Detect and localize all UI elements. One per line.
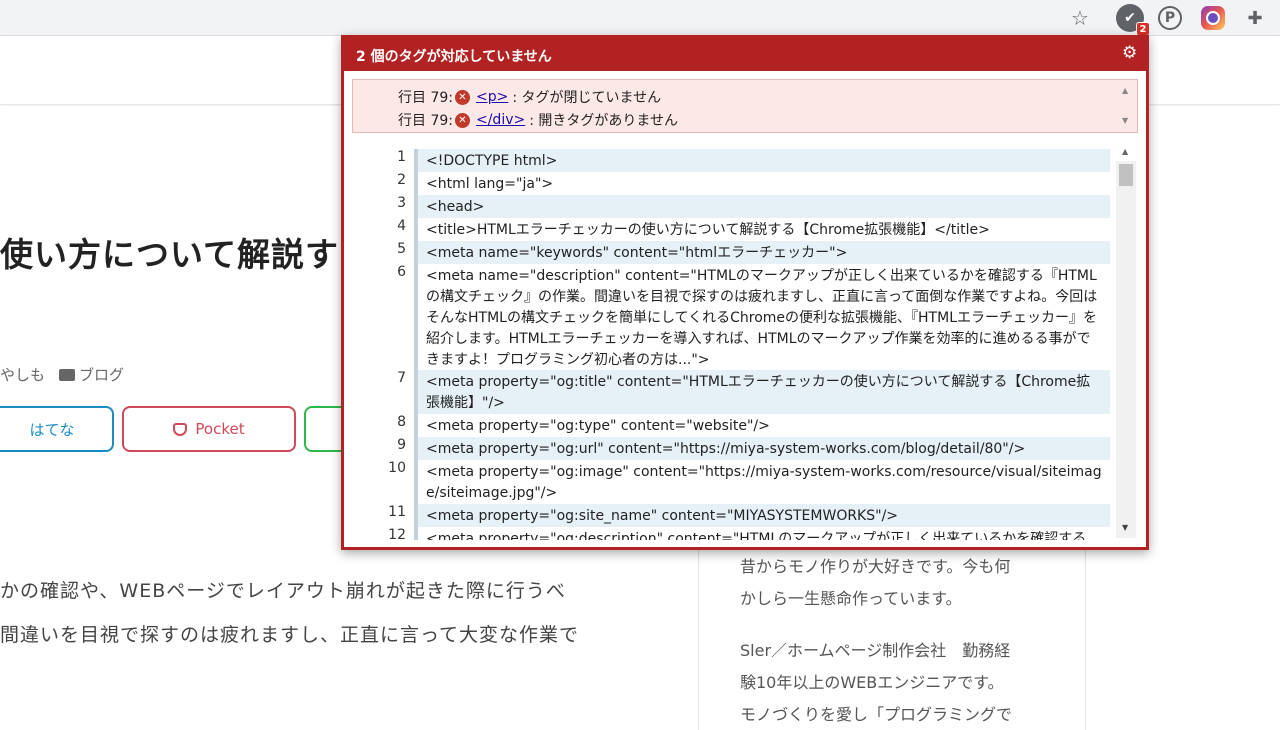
line-number: 10 xyxy=(388,460,406,476)
scroll-down-icon[interactable]: ▼ xyxy=(1122,116,1128,125)
folder-icon xyxy=(59,369,76,381)
gear-icon[interactable]: ⚙ xyxy=(1122,43,1137,63)
error-list-scrollbar[interactable]: ▲ ▼ xyxy=(1117,80,1137,132)
html-checker-icon[interactable]: ✔ 2 xyxy=(1116,4,1150,36)
code-text: <title>HTMLエラーチェッカーの使い方について解説する【Chrome拡張… xyxy=(414,218,1110,243)
scroll-up-icon[interactable]: ▲ xyxy=(1122,147,1128,156)
profile-text-line: モノづくりを愛し「プログラミングで xyxy=(740,705,1013,724)
error-message: : 開きタグがありません xyxy=(529,113,678,129)
error-tag-link[interactable]: <p> xyxy=(476,89,508,105)
line-number: 3 xyxy=(397,195,406,211)
pocket-icon xyxy=(173,422,188,436)
error-icon: ✕ xyxy=(454,112,470,128)
line-number: 9 xyxy=(397,437,406,453)
line-number: 2 xyxy=(397,172,406,188)
profile-text-line: Sler／ホームページ制作会社 勤務経 xyxy=(740,641,1011,660)
code-text: <meta property="og:site_name" content="M… xyxy=(414,504,1110,529)
code-text: <html lang="ja"> xyxy=(414,172,1110,197)
error-line-number: 行目 79: xyxy=(398,113,453,129)
popup-header: 2 個のタグが対応していません ⚙ xyxy=(344,38,1146,71)
code-text: <head> xyxy=(414,195,1110,220)
error-item: 行目 79: ✕ </div> : 開きタグがありません xyxy=(398,110,678,130)
code-text: <!DOCTYPE html> xyxy=(414,149,1110,174)
error-item: 行目 79: ✕ <p> : タグが閉じていません xyxy=(398,87,661,107)
article-text-line: 間違いを目視で探すのは疲れますし、正直に言って大変な作業で xyxy=(0,624,580,646)
line-number: 5 xyxy=(397,241,406,257)
profile-text-line: かしら一生懸命作っています。 xyxy=(740,589,962,608)
article-meta: やしも ブログ xyxy=(0,364,124,385)
error-message: : タグが閉じていません xyxy=(512,90,662,106)
code-text: <meta property="og:image" content="https… xyxy=(414,460,1110,506)
code-text: <meta name="keywords" content="htmlエラーチェ… xyxy=(414,241,1110,266)
code-text: <meta property="og:description" content=… xyxy=(414,527,1110,540)
error-list: 行目 79: ✕ <p> : タグが閉じていません 行目 79: ✕ </div… xyxy=(352,79,1138,133)
scroll-down-icon[interactable]: ▼ xyxy=(1122,523,1128,532)
browser-toolbar: ☆ ✔ 2 P ✚ xyxy=(0,0,1280,36)
category-link[interactable]: ブログ xyxy=(79,366,124,384)
line-number: 1 xyxy=(397,149,406,165)
scrollbar-thumb[interactable] xyxy=(1119,164,1133,186)
pinterest-icon[interactable]: P xyxy=(1158,6,1182,30)
article-title: 使い方について解説す xyxy=(0,235,340,274)
code-text: <meta property="og:title" content="HTMLエ… xyxy=(414,370,1110,416)
star-icon[interactable]: ☆ xyxy=(1066,4,1094,32)
code-text: <meta property="og:url" content="https:/… xyxy=(414,437,1110,462)
html-checker-popup: 2 個のタグが対応していません ⚙ 行目 79: ✕ <p> : タグが閉じてい… xyxy=(341,35,1149,550)
code-text: <meta name="description" content="HTMLのマ… xyxy=(414,264,1110,373)
scroll-up-icon[interactable]: ▲ xyxy=(1122,86,1128,95)
puzzle-icon[interactable]: ✚ xyxy=(1241,4,1269,32)
line-number: 4 xyxy=(397,218,406,234)
line-number: 12 xyxy=(388,527,406,540)
share-hatena-button[interactable]: はてな xyxy=(0,406,114,452)
share-pocket-label: Pocket xyxy=(195,420,245,438)
instagram-icon[interactable] xyxy=(1201,6,1225,30)
profile-text-line: 昔からモノ作りが大好きです。今も何 xyxy=(740,557,1011,576)
line-number: 11 xyxy=(388,504,406,520)
author-name[interactable]: やしも xyxy=(0,366,45,384)
line-number: 7 xyxy=(397,370,406,386)
share-hatena-label: はてな xyxy=(29,420,75,439)
article-text-line: かの確認や、WEBページでレイアウト崩れが起きた際に行うべ xyxy=(0,580,566,602)
popup-title: 2 個のタグが対応していません xyxy=(356,49,552,65)
share-pocket-button[interactable]: Pocket xyxy=(122,406,296,452)
source-code-view: 1 <!DOCTYPE html> 2 <html lang="ja"> 3 <… xyxy=(352,145,1138,540)
error-icon: ✕ xyxy=(454,89,470,105)
code-text: <meta property="og:type" content="websit… xyxy=(414,414,1110,439)
error-count-badge: 2 xyxy=(1136,22,1150,36)
error-line-number: 行目 79: xyxy=(398,90,453,106)
code-scrollbar[interactable]: ▲ ▼ xyxy=(1116,147,1136,538)
profile-text-line: 験10年以上のWEBエンジニアです。 xyxy=(740,673,1004,692)
line-number: 8 xyxy=(397,414,406,430)
error-tag-link[interactable]: </div> xyxy=(476,112,525,128)
line-number: 6 xyxy=(397,264,406,280)
